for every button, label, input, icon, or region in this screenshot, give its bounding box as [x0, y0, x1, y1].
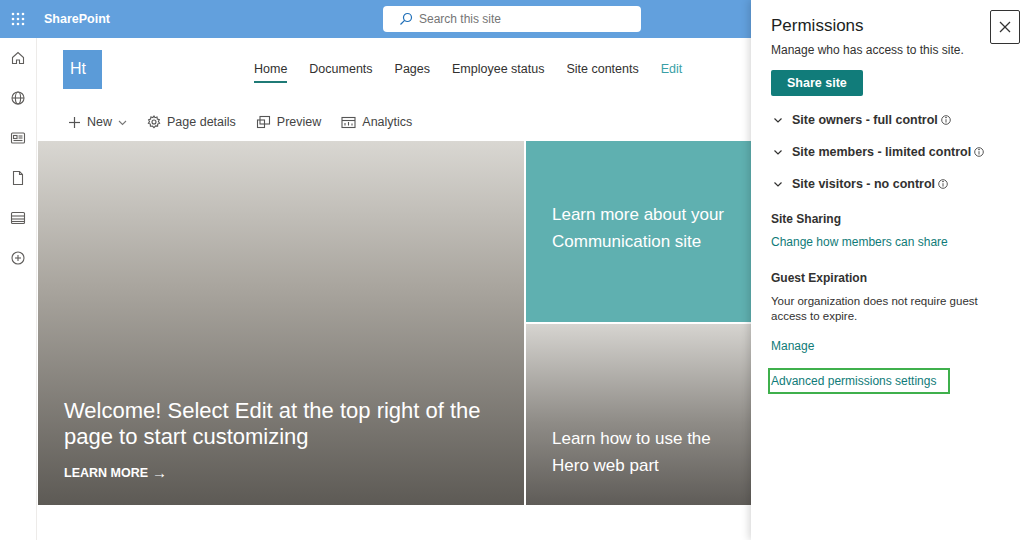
search-input[interactable]	[419, 12, 641, 26]
document-icon[interactable]	[10, 170, 26, 186]
nav-item[interactable]: Site contents	[566, 56, 638, 83]
learn-more-label: LEARN MORE	[64, 466, 148, 480]
permission-group[interactable]: Site members - limited control	[771, 136, 1004, 168]
hero-tile-title: Learn more about your Communication site	[552, 201, 752, 255]
learn-more-link[interactable]: LEARN MORE →	[64, 464, 498, 481]
group-label: Site visitors - no control	[792, 177, 935, 191]
list-icon[interactable]	[10, 210, 26, 226]
create-icon[interactable]	[10, 250, 26, 266]
gear-icon	[147, 115, 161, 129]
chevron-icon	[773, 115, 783, 125]
info-icon[interactable]	[974, 147, 984, 157]
news-icon[interactable]	[10, 130, 26, 146]
chevron-down-icon	[118, 118, 127, 127]
section-heading: Site Sharing	[771, 212, 1004, 226]
globe-icon[interactable]	[10, 90, 26, 106]
command-label: Preview	[277, 115, 321, 129]
hero-tile-title: Learn how to use the Hero web part	[552, 425, 752, 479]
nav-item[interactable]: Edit	[661, 56, 683, 83]
search-box[interactable]	[383, 6, 641, 32]
manage-link[interactable]: Manage	[771, 339, 1004, 353]
advanced-permissions-link[interactable]: Advanced permissions settings	[771, 374, 936, 388]
permission-group[interactable]: Site owners - full control	[771, 104, 1004, 136]
preview-icon	[256, 115, 271, 129]
permissions-panel: Permissions Manage who has access to this…	[751, 0, 1024, 540]
nav-item[interactable]: Pages	[395, 56, 430, 83]
advanced-permissions-highlight[interactable]: Advanced permissions settings	[768, 368, 950, 394]
hero-title: Welcome! Select Edit at the top right of…	[64, 398, 498, 450]
info-icon[interactable]	[938, 179, 948, 189]
command-label: New	[87, 115, 112, 129]
section-heading: Guest Expiration	[771, 271, 1004, 285]
sharing-link[interactable]: Change how members can share	[771, 235, 1004, 249]
command-button[interactable]: Analytics	[341, 115, 412, 129]
plus-icon	[68, 116, 81, 129]
app-name[interactable]: SharePoint	[36, 12, 110, 26]
panel-title: Permissions	[771, 15, 1004, 37]
guest-expiration-text: Your organization does not require guest…	[771, 294, 993, 324]
close-icon	[999, 21, 1011, 33]
nav-item[interactable]: Documents	[309, 56, 372, 83]
panel-description: Manage who has access to this site.	[771, 43, 1004, 57]
share-site-button[interactable]: Share site	[771, 70, 863, 96]
app-bar	[0, 38, 37, 540]
site-logo[interactable]: Ht	[63, 50, 102, 89]
info-icon[interactable]	[941, 115, 951, 125]
command-label: Page details	[167, 115, 236, 129]
analytics-icon	[341, 116, 356, 129]
command-label: Analytics	[362, 115, 412, 129]
search-icon	[399, 12, 413, 26]
arrow-icon: →	[152, 464, 167, 481]
group-label: Site owners - full control	[792, 113, 938, 127]
nav-item[interactable]: Home	[254, 56, 287, 83]
app-launcher-icon[interactable]	[11, 12, 25, 26]
command-button[interactable]: Preview	[256, 115, 321, 129]
command-button[interactable]: New	[68, 115, 127, 129]
chevron-icon	[773, 179, 783, 189]
permission-group[interactable]: Site visitors - no control	[771, 168, 1004, 200]
nav-item[interactable]: Employee status	[452, 56, 544, 83]
hero-main-tile[interactable]: Welcome! Select Edit at the top right of…	[38, 141, 524, 505]
close-button[interactable]	[990, 10, 1020, 44]
home-icon[interactable]	[10, 50, 26, 66]
site-nav: Home Documents Pages Employee status Site co…	[254, 56, 682, 83]
command-button[interactable]: Page details	[147, 115, 236, 129]
chevron-icon	[773, 147, 783, 157]
group-label: Site members - limited control	[792, 145, 971, 159]
